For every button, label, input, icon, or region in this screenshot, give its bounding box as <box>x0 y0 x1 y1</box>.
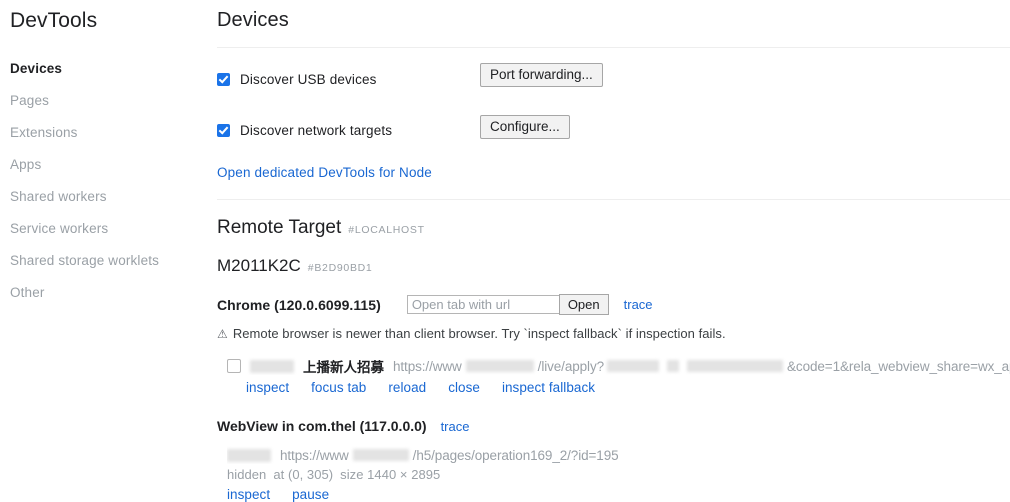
chrome-target-checkbox[interactable] <box>227 359 241 373</box>
webview-name: WebView in com.thel (117.0.0.0) <box>217 418 427 434</box>
chrome-target-favicon-redaction <box>250 359 294 373</box>
open-node-devtools-link[interactable]: Open dedicated DevTools for Node <box>217 165 432 180</box>
port-forwarding-button[interactable]: Port forwarding... <box>480 63 603 87</box>
device-id: #B2D90BD1 <box>307 262 373 274</box>
remote-target-header: Remote Target #LOCALHOST <box>217 217 1010 239</box>
discover-usb-row: Discover USB devices <box>217 68 1010 90</box>
chrome-close-link[interactable]: close <box>448 380 480 395</box>
chrome-inspect-fallback-link[interactable]: inspect fallback <box>502 380 595 395</box>
device-header: M2011K2C #B2D90BD1 <box>217 256 1010 276</box>
open-tab-url-input[interactable] <box>406 295 559 314</box>
webview-url-redaction <box>352 449 409 461</box>
port-forwarding-slot: Port forwarding... <box>480 63 603 87</box>
chrome-target-entry: 上播新人招募 https://www /live/apply? &code=1&… <box>217 357 1010 395</box>
webview-target-entry: https://www /h5/pages/operation169_2/?id… <box>217 446 1010 502</box>
version-warning: ⚠ Remote browser is newer than client br… <box>217 326 1010 341</box>
chrome-focus-tab-link[interactable]: focus tab <box>311 380 366 395</box>
chrome-target-actions: inspect focus tab reload close inspect f… <box>227 380 1010 395</box>
app-brand-title: DevTools <box>10 9 98 32</box>
webview-trace-link[interactable]: trace <box>441 419 470 434</box>
webview-favicon-redaction <box>227 448 271 462</box>
webview-meta-position: at (0, 305) <box>273 467 334 482</box>
chrome-target-url-part1: https://www <box>393 358 462 374</box>
warning-triangle-icon: ⚠ <box>217 326 228 341</box>
discover-network-checkbox[interactable] <box>217 123 230 137</box>
sidebar-item-shared-workers[interactable]: Shared workers <box>0 181 208 213</box>
discover-network-label[interactable]: Discover network targets <box>240 123 392 138</box>
main-content: Devices Discover USB devices Discover ne… <box>208 0 1010 502</box>
chrome-target-url-part3: &code=1&rela_webview_share=wx_appmsg <box>787 358 1010 374</box>
sidebar-item-devices[interactable]: Devices <box>0 53 208 85</box>
chrome-trace-link[interactable]: trace <box>624 297 653 312</box>
open-tab-button[interactable]: Open <box>558 294 609 315</box>
webview-url-part2: /h5/pages/operation169_2/?id=195 <box>412 447 619 463</box>
chrome-target-url-redaction-4 <box>687 360 784 372</box>
webview-meta-size: size 1440 × 2895 <box>340 467 441 482</box>
webview-meta-line: hidden at (0, 305) size 1440 × 2895 <box>227 467 1010 482</box>
device-name: M2011K2C <box>217 256 301 275</box>
sidebar-item-pages[interactable]: Pages <box>0 85 208 117</box>
page-title: Devices <box>217 9 289 31</box>
discover-network-row: Discover network targets <box>217 119 1010 141</box>
chrome-browser-row: Chrome (120.0.6099.115) Open trace <box>217 294 1010 315</box>
sidebar-item-other[interactable]: Other <box>0 277 208 309</box>
sidebar-item-shared-storage-worklets[interactable]: Shared storage worklets <box>0 245 208 277</box>
chrome-target-url-redaction-3 <box>667 360 680 372</box>
configure-slot: Configure... <box>480 115 570 139</box>
chrome-inspect-link[interactable]: inspect <box>246 380 289 395</box>
sidebar-nav: Devices Pages Extensions Apps Shared wor… <box>0 53 208 309</box>
sidebar-item-service-workers[interactable]: Service workers <box>0 213 208 245</box>
webview-header-row: WebView in com.thel (117.0.0.0) trace <box>217 418 1010 434</box>
divider-top <box>217 47 1010 48</box>
chrome-target-line: 上播新人招募 https://www /live/apply? &code=1&… <box>227 357 1010 375</box>
remote-target-id: #LOCALHOST <box>348 224 425 236</box>
sidebar-item-apps[interactable]: Apps <box>0 149 208 181</box>
chrome-target-url-redaction-1 <box>465 360 534 372</box>
discover-usb-checkbox[interactable] <box>217 72 230 86</box>
devtools-inspect-page: DevTools Devices Pages Extensions Apps S… <box>0 0 1010 502</box>
webview-meta-state: hidden <box>227 467 267 482</box>
sidebar: DevTools Devices Pages Extensions Apps S… <box>0 0 208 500</box>
chrome-target-url-part2: /live/apply? <box>537 358 605 374</box>
sidebar-item-extensions[interactable]: Extensions <box>0 117 208 149</box>
version-warning-text: Remote browser is newer than client brow… <box>232 326 726 341</box>
discover-usb-label[interactable]: Discover USB devices <box>240 72 377 87</box>
webview-url-part1: https://www <box>280 447 349 463</box>
remote-target-title: Remote Target <box>217 217 342 238</box>
chrome-target-url-redaction-2 <box>607 360 660 372</box>
divider-remote <box>217 199 1010 200</box>
chrome-reload-link[interactable]: reload <box>388 380 426 395</box>
chrome-browser-name: Chrome (120.0.6099.115) <box>217 296 381 313</box>
webview-target-line: https://www /h5/pages/operation169_2/?id… <box>227 446 1010 464</box>
configure-button[interactable]: Configure... <box>480 115 570 139</box>
chrome-target-title: 上播新人招募 <box>303 360 384 375</box>
